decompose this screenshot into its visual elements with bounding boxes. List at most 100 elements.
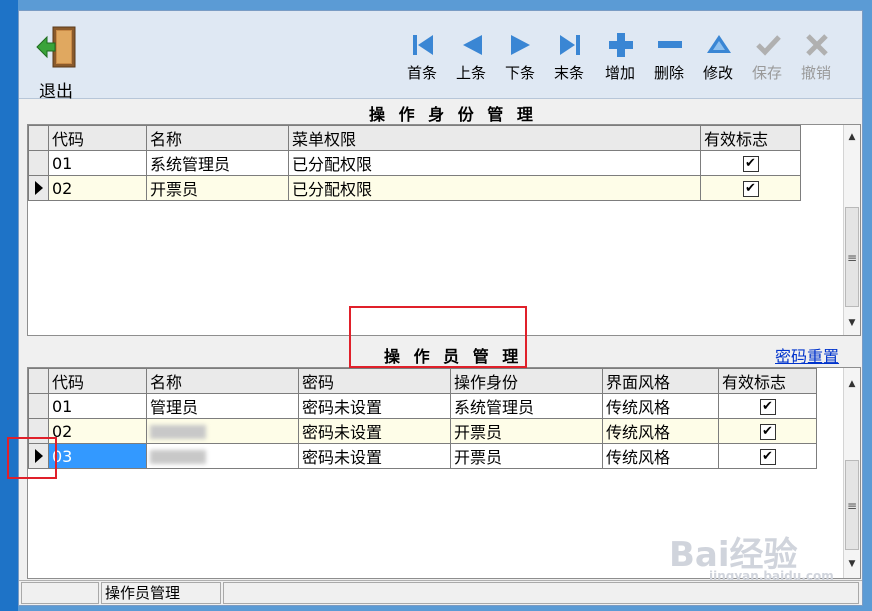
roles-header-row: 代码 名称 菜单权限 有效标志 xyxy=(28,125,801,151)
cell-ui-style[interactable]: 传统风格 xyxy=(602,418,719,444)
table-row[interactable]: 02 密码未设置 开票员 传统风格 ✔ xyxy=(28,418,817,444)
operators-table: 代码 名称 密码 操作身份 界面风格 有效标志 01 管理员 密码未设置 系统管… xyxy=(28,368,817,469)
scroll-up-arrow-icon[interactable]: ▲ xyxy=(844,376,860,393)
delete-label: 删除 xyxy=(653,64,684,82)
window-frame-left xyxy=(0,0,18,611)
edit-triangle-icon xyxy=(707,35,731,53)
cell-code[interactable]: 01 xyxy=(48,150,147,176)
status-bar: 操作员管理 xyxy=(19,580,862,605)
add-label: 增加 xyxy=(604,64,635,82)
valid-checkbox[interactable]: ✔ xyxy=(759,399,776,415)
row-indicator[interactable] xyxy=(28,175,49,201)
undo-label: 撤销 xyxy=(800,64,831,82)
roles-grid[interactable]: 代码 名称 菜单权限 有效标志 01 系统管理员 已分配权限 ✔ 02 开票员 … xyxy=(27,124,861,336)
delete-button[interactable]: 删除 xyxy=(646,31,692,91)
highlight-box-row-indicator xyxy=(7,437,57,479)
cell-ui-style[interactable]: 传统风格 xyxy=(602,443,719,469)
cell-code[interactable]: 02 xyxy=(48,175,147,201)
valid-checkbox[interactable]: ✔ xyxy=(759,424,776,440)
cell-name[interactable]: 开票员 xyxy=(146,175,289,201)
plus-icon xyxy=(609,33,633,57)
operators-vertical-scrollbar[interactable]: ▲ ≡ ▼ xyxy=(843,368,860,578)
cell-valid[interactable]: ✔ xyxy=(718,393,817,419)
cell-code[interactable]: 01 xyxy=(48,393,147,419)
first-record-icon xyxy=(413,35,433,55)
exit-label: 退出 xyxy=(39,82,73,102)
blurred-name xyxy=(150,425,206,439)
column-header-name[interactable]: 名称 xyxy=(146,125,289,151)
valid-checkbox[interactable]: ✔ xyxy=(742,156,759,172)
cell-code[interactable]: 02 xyxy=(48,418,147,444)
cell-role[interactable]: 系统管理员 xyxy=(450,393,603,419)
column-header-ui-style[interactable]: 界面风格 xyxy=(602,368,719,394)
roles-vertical-scrollbar[interactable]: ▲ ≡ ▼ xyxy=(843,125,860,335)
cross-icon xyxy=(806,34,828,56)
add-button[interactable]: 增加 xyxy=(597,31,643,91)
row-indicator-header xyxy=(28,368,49,394)
cell-role[interactable]: 开票员 xyxy=(450,418,603,444)
cell-name[interactable]: 系统管理员 xyxy=(146,150,289,176)
next-record-button[interactable]: 下条 xyxy=(497,31,543,91)
toolbar: 退出 首条 上条 下条 末条 增加 删除 修改 保存 撤销 xyxy=(19,11,862,102)
column-header-valid[interactable]: 有效标志 xyxy=(718,368,817,394)
table-row[interactable]: 01 管理员 密码未设置 系统管理员 传统风格 ✔ xyxy=(28,393,817,419)
last-record-button[interactable]: 末条 xyxy=(546,31,592,91)
exit-button[interactable]: 退出 xyxy=(33,25,83,102)
table-row[interactable]: 01 系统管理员 已分配权限 ✔ xyxy=(28,150,801,176)
status-tab-label: 操作员管理 xyxy=(101,582,221,604)
prev-record-icon xyxy=(463,35,482,55)
cell-valid[interactable]: ✔ xyxy=(700,150,801,176)
cell-role[interactable]: 开票员 xyxy=(450,443,603,469)
cell-password[interactable]: 密码未设置 xyxy=(298,418,451,444)
cell-permission[interactable]: 已分配权限 xyxy=(288,175,701,201)
row-indicator[interactable] xyxy=(28,393,49,419)
save-button[interactable]: 保存 xyxy=(744,31,790,91)
app-window: 退出 首条 上条 下条 末条 增加 删除 修改 保存 撤销 操 作 身 份 管 … xyxy=(7,10,863,606)
last-record-icon xyxy=(560,35,580,55)
roles-table: 代码 名称 菜单权限 有效标志 01 系统管理员 已分配权限 ✔ 02 开票员 … xyxy=(28,125,801,201)
status-cell-right xyxy=(223,582,859,604)
scroll-down-arrow-icon[interactable]: ▼ xyxy=(844,556,860,573)
current-row-arrow-icon xyxy=(34,181,43,195)
column-header-role[interactable]: 操作身份 xyxy=(450,368,603,394)
first-record-button[interactable]: 首条 xyxy=(399,31,445,91)
cell-name[interactable] xyxy=(146,418,299,444)
cell-valid[interactable]: ✔ xyxy=(718,418,817,444)
blurred-name xyxy=(150,450,206,464)
table-row[interactable]: 02 开票员 已分配权限 ✔ xyxy=(28,175,801,201)
save-label: 保存 xyxy=(751,64,782,82)
cell-ui-style[interactable]: 传统风格 xyxy=(602,393,719,419)
scroll-thumb[interactable]: ≡ xyxy=(845,460,859,550)
table-row[interactable]: 03 密码未设置 开票员 传统风格 ✔ xyxy=(28,443,817,469)
cell-valid[interactable]: ✔ xyxy=(718,443,817,469)
cell-permission[interactable]: 已分配权限 xyxy=(288,150,701,176)
cell-code[interactable]: 03 xyxy=(48,443,147,469)
column-header-password[interactable]: 密码 xyxy=(298,368,451,394)
next-record-label: 下条 xyxy=(504,64,535,82)
cell-password[interactable]: 密码未设置 xyxy=(298,443,451,469)
column-header-code[interactable]: 代码 xyxy=(48,125,147,151)
prev-record-button[interactable]: 上条 xyxy=(448,31,494,91)
row-indicator-header xyxy=(28,125,49,151)
cell-name[interactable]: 管理员 xyxy=(146,393,299,419)
column-header-valid[interactable]: 有效标志 xyxy=(700,125,801,151)
valid-checkbox[interactable]: ✔ xyxy=(759,449,776,465)
scroll-up-arrow-icon[interactable]: ▲ xyxy=(844,129,860,146)
prev-record-label: 上条 xyxy=(455,64,486,82)
scroll-thumb[interactable]: ≡ xyxy=(845,207,859,307)
scroll-down-arrow-icon[interactable]: ▼ xyxy=(844,315,860,332)
cell-password[interactable]: 密码未设置 xyxy=(298,393,451,419)
column-header-code[interactable]: 代码 xyxy=(48,368,147,394)
valid-checkbox[interactable]: ✔ xyxy=(742,181,759,197)
exit-door-icon xyxy=(36,26,76,68)
row-indicator[interactable] xyxy=(28,150,49,176)
status-cell-left xyxy=(21,582,99,604)
column-header-name[interactable]: 名称 xyxy=(146,368,299,394)
password-reset-link[interactable]: 密码重置 xyxy=(775,343,839,367)
operators-header-row: 代码 名称 密码 操作身份 界面风格 有效标志 xyxy=(28,368,817,394)
cell-valid[interactable]: ✔ xyxy=(700,175,801,201)
cell-name[interactable] xyxy=(146,443,299,469)
edit-button[interactable]: 修改 xyxy=(695,31,741,91)
column-header-permission[interactable]: 菜单权限 xyxy=(288,125,701,151)
undo-button[interactable]: 撤销 xyxy=(793,31,839,91)
